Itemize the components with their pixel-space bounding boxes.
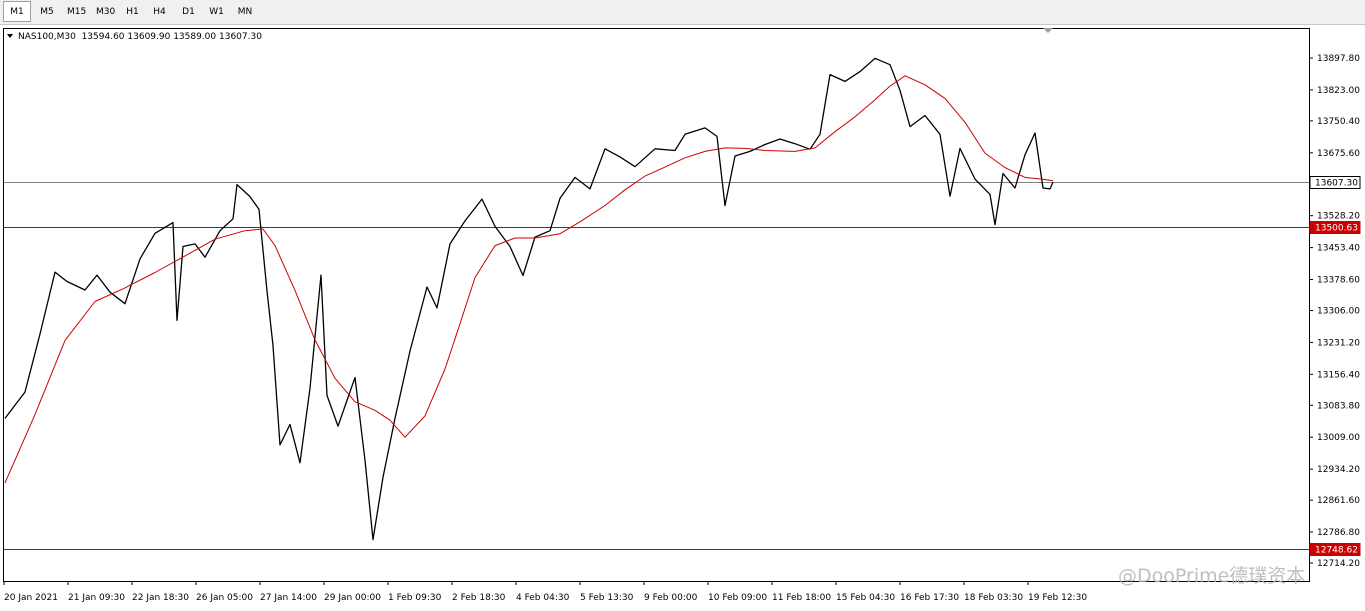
- x-tick-label: 21 Jan 09:30: [68, 593, 125, 603]
- x-tick-label: 11 Feb 18:00: [772, 593, 831, 603]
- y-tick-label: 13378.60: [1317, 276, 1360, 286]
- x-tick-label: 9 Feb 00:00: [644, 593, 698, 603]
- y-tick-label: 13453.40: [1317, 244, 1360, 254]
- y-tick-label: 13009.00: [1317, 433, 1360, 443]
- y-tick-label: 13750.40: [1317, 117, 1360, 127]
- x-tick-label: 22 Jan 18:30: [132, 593, 189, 603]
- x-axis: 20 Jan 2021 21 Jan 09:30 22 Jan 18:30 26 Ja…: [3, 581, 1087, 603]
- y-tick-label: 12714.20: [1317, 559, 1360, 569]
- y-tick-label: 13231.20: [1317, 338, 1360, 348]
- y-tick-label: 13306.00: [1317, 307, 1360, 317]
- timeframe-button-w1[interactable]: W1: [202, 1, 231, 22]
- chart-plot-frame: [3, 28, 1310, 582]
- timeframe-button-m15[interactable]: M15: [61, 1, 91, 22]
- y-tick-label: 12861.60: [1317, 496, 1360, 506]
- timeframe-toolbar: M1 M5 M15 M30 H1 H4 D1 W1 MN: [0, 0, 1365, 25]
- x-tick-label: 1 Feb 09:30: [388, 593, 442, 603]
- y-tick-label: 13083.80: [1317, 401, 1360, 411]
- x-tick-label: 2 Feb 18:30: [452, 593, 506, 603]
- timeframe-button-d1[interactable]: D1: [175, 1, 202, 22]
- timeframe-button-h4[interactable]: H4: [146, 1, 173, 22]
- watermark-logo: @DooPrime德璞资本: [1118, 565, 1306, 587]
- y-tick-label: 13528.20: [1317, 212, 1360, 222]
- level-label: 12748.62: [1315, 546, 1358, 556]
- chart-header: NAS100,M30 13594.60 13609.90 13589.00 13…: [18, 32, 262, 42]
- y-tick-label: 12786.80: [1317, 528, 1360, 538]
- x-tick-label: 29 Jan 00:00: [324, 593, 381, 603]
- x-tick-label: 27 Jan 14:00: [260, 593, 317, 603]
- x-tick-label: 26 Jan 05:00: [196, 593, 253, 603]
- x-tick-label: 10 Feb 09:00: [708, 593, 767, 603]
- x-tick-label: 15 Feb 04:30: [836, 593, 895, 603]
- timeframe-button-mn[interactable]: MN: [231, 1, 259, 22]
- y-tick-label: 13823.00: [1317, 86, 1360, 96]
- x-tick-label: 19 Feb 12:30: [1028, 593, 1087, 603]
- timeframe-button-m5[interactable]: M5: [33, 1, 61, 22]
- price-chart[interactable]: NAS100,M30 13594.60 13609.90 13589.00 13…: [0, 24, 1365, 611]
- y-tick-label: 13156.40: [1317, 370, 1360, 380]
- x-tick-label: 4 Feb 04:30: [516, 593, 570, 603]
- timeframe-button-m1[interactable]: M1: [3, 1, 31, 22]
- level-label: 13500.63: [1315, 224, 1358, 234]
- x-tick-label: 18 Feb 03:30: [964, 593, 1023, 603]
- x-tick-label: 16 Feb 17:30: [900, 593, 959, 603]
- y-axis: 13897.80 13823.00 13750.40 13675.60 13528.20…: [1309, 54, 1360, 569]
- y-tick-label: 13675.60: [1317, 149, 1360, 159]
- x-tick-label: 20 Jan 2021: [4, 593, 58, 603]
- current-price-label: 13607.30: [1315, 179, 1358, 189]
- timeframe-button-h1[interactable]: H1: [119, 1, 146, 22]
- x-tick-label: 5 Feb 13:30: [580, 593, 634, 603]
- y-tick-label: 13897.80: [1317, 54, 1360, 64]
- timeframe-button-m30[interactable]: M30: [90, 1, 119, 22]
- y-tick-label: 12934.20: [1317, 465, 1360, 475]
